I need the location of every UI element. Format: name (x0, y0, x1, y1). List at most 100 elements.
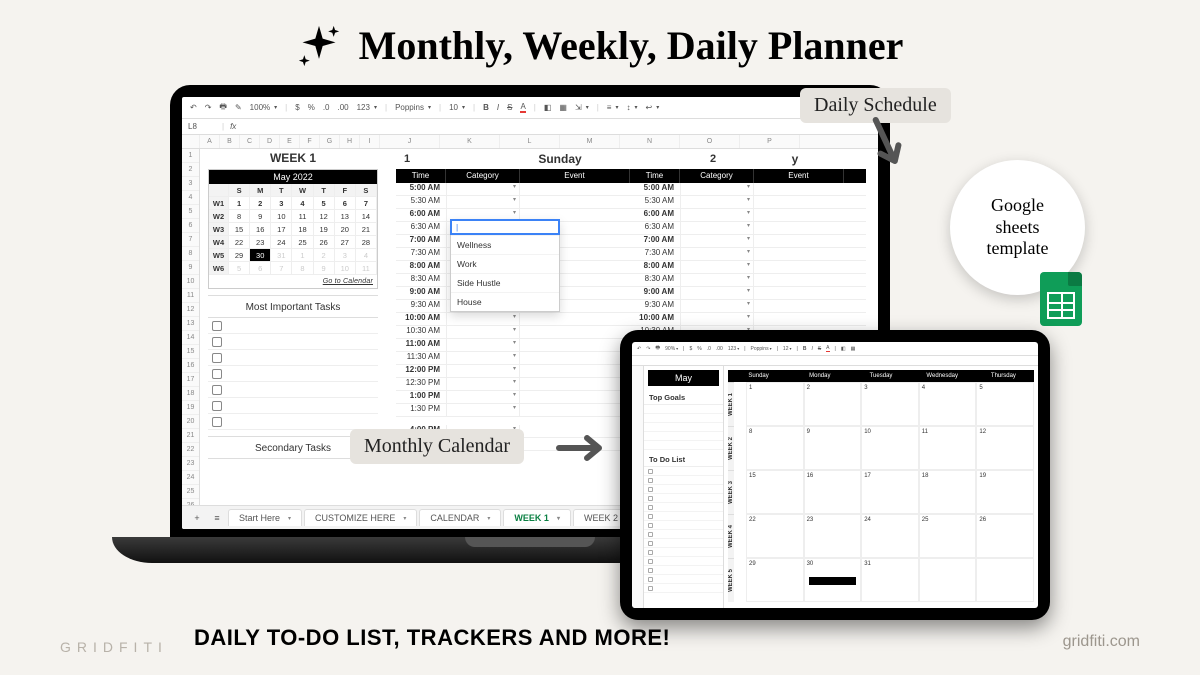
checkbox[interactable] (648, 577, 653, 582)
todo-row[interactable] (644, 566, 723, 575)
mini-cal-day[interactable]: 11 (356, 262, 377, 275)
month-day-cell[interactable]: 31 (861, 558, 919, 602)
merge-icon[interactable]: ⇲ (575, 103, 589, 112)
mini-cal-day[interactable]: 4 (292, 197, 313, 210)
row-header[interactable]: 1 (182, 149, 199, 163)
mini-cal-day[interactable]: 3 (335, 249, 356, 262)
category-cell[interactable] (680, 300, 754, 312)
mini-cal-day[interactable]: 1 (292, 249, 313, 262)
column-header[interactable]: A (200, 135, 220, 148)
undo-icon[interactable]: ↶ (637, 346, 641, 352)
all-sheets-button[interactable]: ≡ (208, 513, 226, 523)
column-header[interactable]: D (260, 135, 280, 148)
checkbox[interactable] (212, 369, 222, 379)
month-day-cell[interactable]: 17 (861, 470, 919, 514)
borders-icon[interactable]: ▦ (559, 103, 567, 112)
mini-cal-day[interactable]: 15 (229, 223, 250, 236)
month-day-cell[interactable]: 11 (919, 426, 977, 470)
strike-icon[interactable]: S (818, 346, 821, 352)
sheet-tab[interactable]: WEEK 1 (503, 509, 571, 526)
row-header[interactable]: 13 (182, 317, 199, 331)
mini-cal-day[interactable]: 3 (271, 197, 292, 210)
month-day-cell[interactable]: 15 (746, 470, 804, 514)
row-header[interactable]: 4 (182, 191, 199, 205)
sheet-tab[interactable]: CALENDAR (419, 509, 501, 526)
category-cell[interactable] (680, 183, 754, 195)
event-cell[interactable] (754, 287, 844, 299)
todo-row[interactable] (644, 539, 723, 548)
row-header[interactable]: 21 (182, 429, 199, 443)
month-day-cell[interactable]: 26 (976, 514, 1034, 558)
column-header[interactable]: O (680, 135, 740, 148)
event-cell[interactable] (520, 378, 630, 390)
checkbox[interactable] (648, 541, 653, 546)
month-day-cell[interactable]: 29 (746, 558, 804, 602)
todo-row[interactable] (644, 503, 723, 512)
checkbox[interactable] (648, 550, 653, 555)
row-header[interactable]: 11 (182, 289, 199, 303)
mini-cal-day[interactable]: 12 (314, 210, 335, 223)
dropdown-option[interactable]: Side Hustle (451, 273, 559, 292)
row-header[interactable]: 18 (182, 387, 199, 401)
event-cell[interactable] (754, 183, 844, 195)
mini-cal-day[interactable]: 13 (335, 210, 356, 223)
currency-button[interactable]: $ (689, 346, 692, 352)
goal-row[interactable] (644, 432, 723, 441)
mini-cal-day[interactable]: 25 (292, 236, 313, 249)
mini-cal-day[interactable]: 1 (229, 197, 250, 210)
goal-row[interactable] (644, 423, 723, 432)
category-cell[interactable] (446, 183, 520, 195)
italic-icon[interactable]: I (811, 346, 812, 352)
month-day-cell[interactable]: 5 (976, 382, 1034, 426)
task-row[interactable] (208, 366, 378, 382)
row-header[interactable]: 7 (182, 233, 199, 247)
fill-color-icon[interactable]: ◧ (544, 103, 552, 112)
category-cell[interactable] (680, 235, 754, 247)
dropdown-option[interactable]: House (451, 292, 559, 311)
percent-button[interactable]: % (697, 346, 701, 352)
event-cell[interactable] (520, 326, 630, 338)
event-cell[interactable] (754, 274, 844, 286)
name-box[interactable]: L8 (188, 122, 216, 131)
column-header[interactable]: C (240, 135, 260, 148)
row-header[interactable]: 12 (182, 303, 199, 317)
category-cell[interactable] (680, 261, 754, 273)
increase-decimals-button[interactable]: .00 (337, 103, 348, 112)
mini-cal-day[interactable]: 9 (314, 262, 335, 275)
event-cell[interactable] (754, 209, 844, 221)
month-day-cell[interactable]: 25 (919, 514, 977, 558)
month-day-cell[interactable]: 1 (746, 382, 804, 426)
column-header[interactable]: M (560, 135, 620, 148)
redo-icon[interactable]: ↷ (646, 346, 650, 352)
paint-format-icon[interactable]: ✎ (235, 103, 242, 112)
italic-icon[interactable]: I (497, 103, 499, 112)
todo-row[interactable] (644, 557, 723, 566)
month-day-cell[interactable] (919, 558, 977, 602)
task-row[interactable] (208, 414, 378, 430)
month-day-cell[interactable]: 12 (976, 426, 1034, 470)
month-day-cell[interactable]: 23 (804, 514, 862, 558)
column-header[interactable]: P (740, 135, 800, 148)
checkbox[interactable] (648, 568, 653, 573)
zoom-dropdown[interactable]: 90% (665, 346, 678, 352)
add-sheet-button[interactable]: + (188, 513, 206, 523)
event-cell[interactable] (520, 404, 630, 416)
row-header[interactable]: 10 (182, 275, 199, 289)
number-format-dropdown[interactable]: 123 (728, 346, 739, 352)
task-row[interactable] (208, 382, 378, 398)
text-color-icon[interactable]: A (520, 102, 525, 113)
mini-cal-day[interactable]: 17 (271, 223, 292, 236)
month-day-cell[interactable]: 10 (861, 426, 919, 470)
column-header[interactable]: H (340, 135, 360, 148)
mini-cal-day[interactable]: 4 (356, 249, 377, 262)
mini-cal-day[interactable]: 8 (292, 262, 313, 275)
category-cell[interactable] (446, 196, 520, 208)
column-header[interactable]: F (300, 135, 320, 148)
checkbox[interactable] (648, 487, 653, 492)
strike-icon[interactable]: S (507, 103, 512, 112)
checkbox[interactable] (212, 417, 222, 427)
month-day-cell[interactable]: 8 (746, 426, 804, 470)
mini-cal-day[interactable]: 2 (314, 249, 335, 262)
font-family-dropdown[interactable]: Poppins (751, 346, 772, 352)
todo-row[interactable] (644, 467, 723, 476)
